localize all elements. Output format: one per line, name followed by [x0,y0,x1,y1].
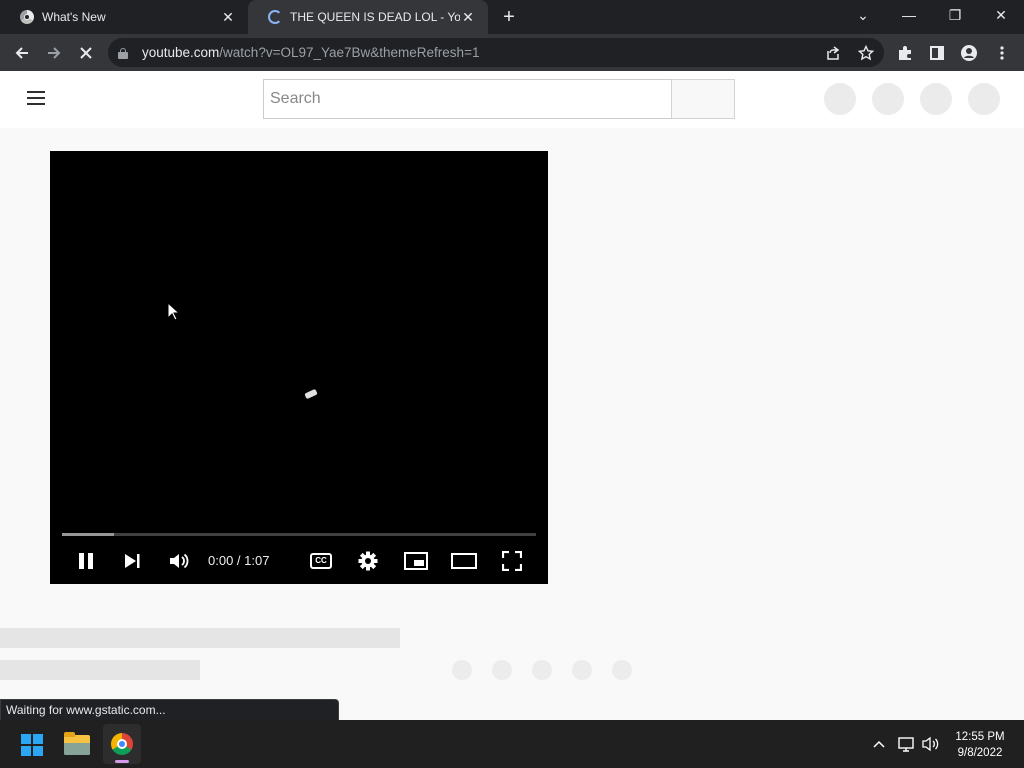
close-icon[interactable]: ✕ [460,9,476,25]
search-button[interactable] [671,79,735,119]
fullscreen-icon [502,551,522,571]
network-icon[interactable] [896,732,918,756]
running-indicator [115,760,129,763]
chrome-taskbar-button[interactable] [103,724,141,764]
header-placeholder-circle [920,83,952,115]
header-placeholder-circle [824,83,856,115]
minimize-button[interactable]: — [886,0,932,30]
plus-icon[interactable]: + [498,6,520,28]
hamburger-icon[interactable] [27,91,45,105]
volume-button[interactable] [167,547,191,575]
restore-button[interactable]: ❐ [932,0,978,30]
clock-time: 12:55 PM [955,731,1005,743]
subtitles-button[interactable]: CC [308,547,334,575]
miniplayer-icon [404,552,428,570]
lock-icon[interactable] [118,47,128,59]
star-icon[interactable] [853,40,879,66]
theater-mode-button[interactable] [450,547,478,575]
loading-indicator [304,388,318,400]
address-bar[interactable]: youtube.com/watch?v=OL97_Yae7Bw&themeRef… [108,38,884,67]
window-close-button[interactable]: ✕ [978,0,1024,30]
action-placeholder [532,660,552,680]
next-icon [125,554,140,568]
time-display: 0:00 / 1:07 [208,553,270,568]
side-panel-icon[interactable] [924,40,950,66]
header-placeholder-circle [872,83,904,115]
fullscreen-button[interactable] [500,547,524,575]
url-text: youtube.com/watch?v=OL97_Yae7Bw&themeRef… [142,45,480,60]
stop-icon[interactable] [73,40,99,66]
more-icon[interactable] [989,40,1015,66]
search-input[interactable] [263,79,672,119]
chrome-icon [20,10,34,24]
file-explorer-icon[interactable] [64,732,90,755]
mouse-cursor-icon [167,302,179,321]
taskbar: 12:55 PM 9/8/2022 [0,720,1024,768]
status-bubble: Waiting for www.gstatic.com... [0,699,339,720]
action-placeholder [612,660,632,680]
pause-icon [79,553,93,569]
forward-arrow-icon[interactable] [41,40,67,66]
tab-title: What's New [42,10,106,24]
youtube-header [0,71,1024,128]
tab-strip: What's New ✕ THE QUEEN IS DEAD LOL - You… [0,0,1024,34]
cc-icon: CC [310,553,332,569]
tab-search-button[interactable]: ⌄ [840,0,886,30]
volume-icon [170,553,189,569]
buffered-bar [62,533,115,536]
title-placeholder [0,628,400,648]
windows-start-icon[interactable] [21,734,43,756]
miniplayer-button[interactable] [403,547,429,575]
tab-whats-new[interactable]: What's New ✕ [0,0,248,34]
close-icon[interactable]: ✕ [220,9,236,25]
share-icon[interactable] [820,40,846,66]
back-arrow-icon[interactable] [9,40,35,66]
speaker-icon[interactable] [920,732,942,756]
action-placeholder [452,660,472,680]
extensions-icon[interactable] [892,40,918,66]
tab-youtube[interactable]: THE QUEEN IS DEAD LOL - YouTube ✕ [248,0,488,34]
action-placeholder [492,660,512,680]
progress-bar[interactable] [62,533,536,536]
tab-title: THE QUEEN IS DEAD LOL - YouTube [290,10,460,24]
theater-icon [451,553,477,569]
pause-button[interactable] [74,547,98,575]
action-placeholder [572,660,592,680]
chrome-icon [111,733,133,755]
settings-icon [358,551,378,571]
clock-date: 9/8/2022 [957,747,1003,759]
video-player[interactable]: 0:00 / 1:07 CC [50,151,548,584]
next-button[interactable] [120,547,144,575]
chevron-up-icon[interactable] [868,732,890,756]
meta-placeholder [0,660,200,680]
profile-icon[interactable] [956,40,982,66]
player-controls: 0:00 / 1:07 CC [50,543,548,579]
settings-button[interactable] [356,547,380,575]
header-placeholder-circle [968,83,1000,115]
loading-spinner-icon [268,10,282,24]
taskbar-clock[interactable]: 12:55 PM 9/8/2022 [940,729,1020,761]
browser-toolbar: youtube.com/watch?v=OL97_Yae7Bw&themeRef… [0,34,1024,71]
